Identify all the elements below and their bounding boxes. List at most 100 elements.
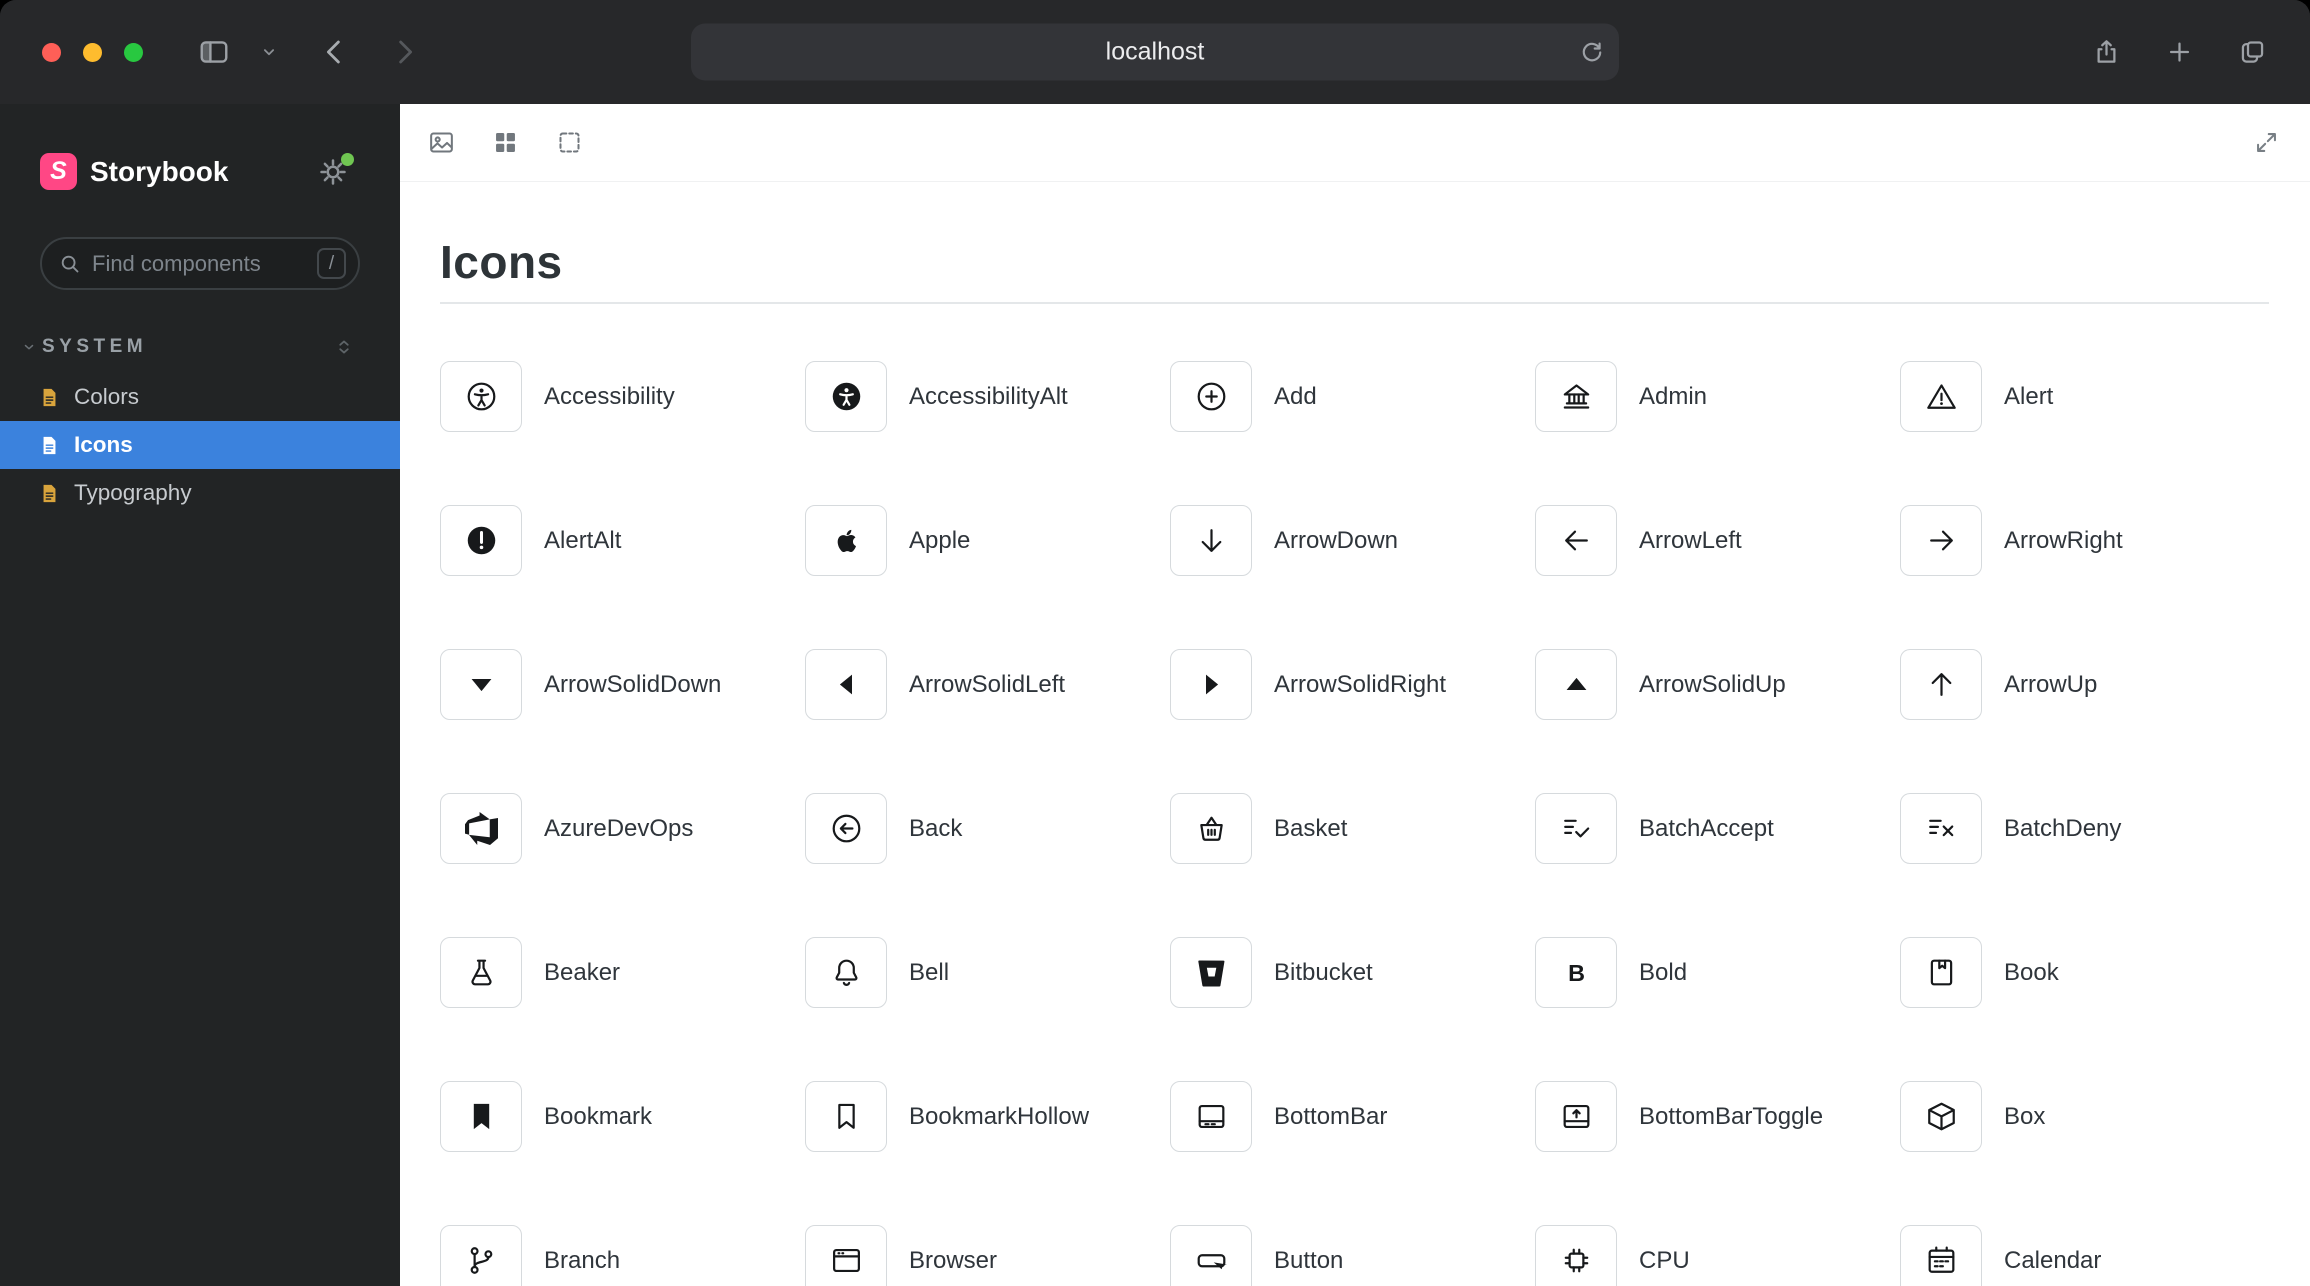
icon-label: Admin xyxy=(1639,382,1708,410)
expand-icon[interactable] xyxy=(2253,129,2280,156)
beaker-icon xyxy=(440,937,522,1008)
search-icon xyxy=(59,253,81,275)
icon-item: ArrowSolidUp xyxy=(1535,649,1900,720)
icon-item: Beaker xyxy=(440,937,805,1008)
sidebar-item-label: Typography xyxy=(74,480,192,505)
icon-item: Alert xyxy=(1900,361,2265,432)
icon-label: Box xyxy=(2004,1102,2046,1130)
url-text: localhost xyxy=(1105,37,1205,66)
icon-label: Bell xyxy=(909,958,950,986)
icon-label: ArrowLeft xyxy=(1639,526,1742,554)
add-icon xyxy=(1170,361,1252,432)
new-tab-icon[interactable] xyxy=(2166,39,2193,66)
icon-label: Bold xyxy=(1639,958,1688,986)
shortcut-badge: / xyxy=(317,248,346,279)
title-divider xyxy=(440,302,2269,304)
chevron-down-icon xyxy=(22,340,36,354)
admin-icon xyxy=(1535,361,1617,432)
sidebar-item-label: Colors xyxy=(74,384,140,409)
main-panel: Icons Accessibility AccessibilityAlt Add Ad… xyxy=(400,104,2310,1286)
alert-icon xyxy=(1900,361,1982,432)
tab-overview-icon[interactable] xyxy=(2239,39,2266,66)
photo-icon[interactable] xyxy=(428,129,455,156)
sidebar-items: Colors Icons Typography xyxy=(0,373,400,517)
icon-label: AzureDevOps xyxy=(544,814,694,842)
icon-item: BottomBarToggle xyxy=(1535,1081,1900,1152)
bottombar-icon xyxy=(1170,1081,1252,1152)
gear-icon[interactable] xyxy=(318,152,354,187)
sidebar-section-system[interactable]: SYSTEM xyxy=(22,336,354,358)
traffic-lights xyxy=(42,0,143,104)
icon-item: ArrowRight xyxy=(1900,505,2265,576)
icon-label: ArrowUp xyxy=(2004,670,2098,698)
icon-item: Bitbucket xyxy=(1170,937,1535,1008)
icon-item: Accessibility xyxy=(440,361,805,432)
sidebar-toggle-icon[interactable] xyxy=(198,36,230,68)
icon-label: CPU xyxy=(1639,1246,1690,1274)
bell-icon xyxy=(805,937,887,1008)
icon-item: ArrowLeft xyxy=(1535,505,1900,576)
batchaccept-icon xyxy=(1535,793,1617,864)
arrowsolidup-icon xyxy=(1535,649,1617,720)
arrowdown-icon xyxy=(1170,505,1252,576)
icon-label: ArrowDown xyxy=(1274,526,1399,554)
reload-icon[interactable] xyxy=(1579,39,1605,65)
azuredevops-icon xyxy=(440,793,522,864)
icon-label: AlertAlt xyxy=(544,526,622,554)
zoom-button[interactable] xyxy=(124,42,143,62)
icon-item: AzureDevOps xyxy=(440,793,805,864)
share-icon[interactable] xyxy=(2093,39,2120,66)
button-icon xyxy=(1170,1225,1252,1286)
icon-item: Branch xyxy=(440,1225,805,1286)
forward-button[interactable] xyxy=(390,37,420,67)
sidebar-item-colors[interactable]: Colors xyxy=(0,373,400,421)
back-button[interactable] xyxy=(319,37,349,67)
icon-item: Browser xyxy=(805,1225,1170,1286)
address-bar[interactable]: localhost xyxy=(691,23,1619,81)
arrowsolidleft-icon xyxy=(805,649,887,720)
search-input[interactable] xyxy=(92,250,317,277)
sidebar: S Storybook / SYSTEM xyxy=(0,104,400,1286)
grid-icon[interactable] xyxy=(492,129,519,156)
sidebar-item-typography[interactable]: Typography xyxy=(0,469,400,517)
outline-icon[interactable] xyxy=(556,129,583,156)
box-icon xyxy=(1900,1081,1982,1152)
safari-window: localhost S Storybook Find components / … xyxy=(0,0,2310,1286)
icon-label: BookmarkHollow xyxy=(909,1102,1090,1130)
chrome-right-controls xyxy=(2093,39,2266,66)
icon-label: BatchDeny xyxy=(2004,814,2122,842)
icon-label: BatchAccept xyxy=(1639,814,1774,842)
docs-content: Icons Accessibility AccessibilityAlt Add Ad… xyxy=(400,182,2310,1286)
icon-item: CPU xyxy=(1535,1225,1900,1286)
apple-icon xyxy=(805,505,887,576)
icon-label: Add xyxy=(1274,382,1317,410)
page-title: Icons xyxy=(440,236,563,288)
icon-label: Basket xyxy=(1274,814,1348,842)
storybook-logo[interactable]: S xyxy=(40,153,77,190)
sidebar-item-icons[interactable]: Icons xyxy=(0,421,400,469)
icon-label: Alert xyxy=(2004,382,2054,410)
icon-item: BatchAccept xyxy=(1535,793,1900,864)
icon-item: Calendar xyxy=(1900,1225,2265,1286)
arrowsolidright-icon xyxy=(1170,649,1252,720)
icon-item: Box xyxy=(1900,1081,2265,1152)
bookmarkhollow-icon xyxy=(805,1081,887,1152)
minimize-button[interactable] xyxy=(83,42,102,62)
canvas-toolbar xyxy=(400,104,2310,182)
icon-label: Beaker xyxy=(544,958,621,986)
chevron-down-icon[interactable] xyxy=(260,43,278,61)
icon-item: BottomBar xyxy=(1170,1081,1535,1152)
icon-item: Bell xyxy=(805,937,1170,1008)
icons-grid: Accessibility AccessibilityAlt Add Admin Ale… xyxy=(440,361,2269,1286)
icon-label: BottomBarToggle xyxy=(1639,1102,1824,1130)
icon-item: ArrowSolidRight xyxy=(1170,649,1535,720)
bold-icon: B xyxy=(1535,937,1617,1008)
close-button[interactable] xyxy=(42,42,61,62)
section-label: SYSTEM xyxy=(42,336,148,357)
icon-item: AlertAlt xyxy=(440,505,805,576)
icon-item: Button xyxy=(1170,1225,1535,1286)
alertalt-icon xyxy=(440,505,522,576)
search-box[interactable]: / xyxy=(40,237,360,290)
icon-item: ArrowSolidLeft xyxy=(805,649,1170,720)
collapse-expand-icon[interactable] xyxy=(334,337,354,357)
